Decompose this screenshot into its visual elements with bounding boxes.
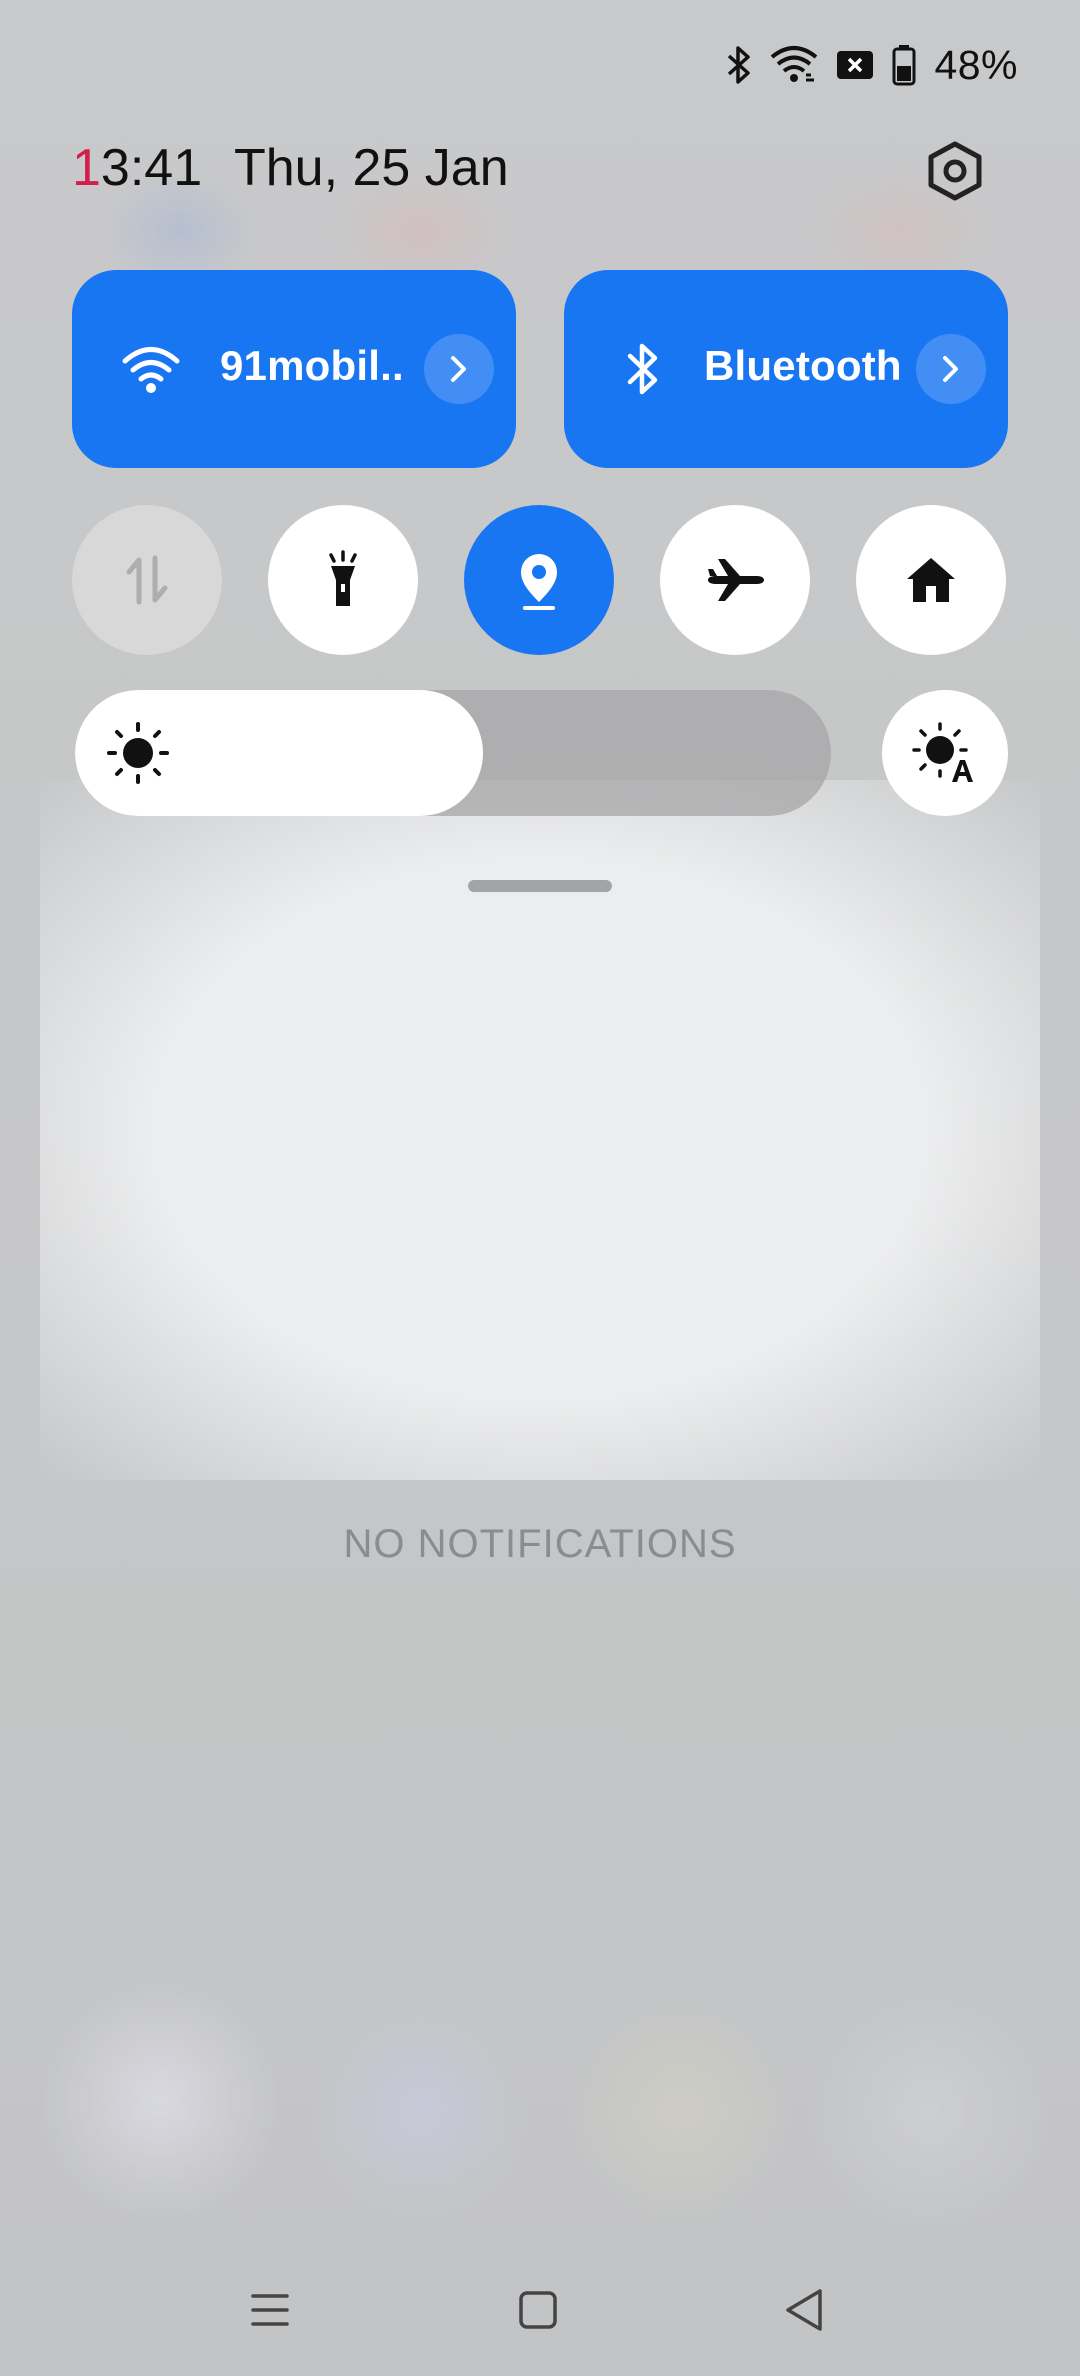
brightness-sun-icon [107,722,169,784]
bluetooth-label: Bluetooth [704,342,902,389]
wifi-details-button[interactable] [424,334,494,404]
wifi-tile[interactable]: 91mobil.. [72,270,516,468]
panel-drag-handle[interactable] [468,880,612,892]
clock-rest: 3:41 [100,139,203,197]
status-bar: 48% [726,40,1018,90]
home-nav-button[interactable] [498,2280,578,2340]
home-square-icon [519,2291,557,2329]
airplane-icon [708,559,764,601]
wifi-network-name: 91mobil.. [220,342,404,389]
airplane-mode-toggle[interactable] [660,505,810,655]
clock-first-digit: 1 [72,139,101,197]
clock[interactable]: 13:41 [72,138,202,198]
battery-percent: 48% [934,41,1018,88]
auto-brightness-icon [912,722,973,782]
bluetooth-details-button[interactable] [916,334,986,404]
battery-icon [892,44,916,86]
bluetooth-icon [608,334,678,404]
no-notifications-text: NO NOTIFICATIONS [343,1522,737,1566]
location-pin-icon [521,554,557,610]
recents-button[interactable] [230,2280,310,2340]
no-sim-icon [836,50,874,80]
chevron-right-icon [451,356,466,382]
settings-button[interactable] [922,138,988,204]
flashlight-icon [329,550,357,606]
auto-brightness-button[interactable] [882,690,1008,816]
recents-menu-icon [251,2294,289,2326]
data-transfer-icon [126,555,168,605]
date-text[interactable]: Thu, 25 Jan [234,138,509,198]
brightness-slider[interactable] [75,690,831,816]
gear-icon [928,141,982,201]
back-button[interactable] [764,2280,844,2340]
bluetooth-tile[interactable]: Bluetooth [564,270,1008,468]
location-toggle[interactable] [464,505,614,655]
home-toggle[interactable] [856,505,1006,655]
home-icon [907,558,955,602]
mobile-data-toggle[interactable] [72,505,222,655]
chevron-right-icon [943,356,958,382]
back-triangle-icon [786,2289,822,2331]
wifi-icon [770,45,818,85]
flashlight-toggle[interactable] [268,505,418,655]
bluetooth-icon [726,45,752,85]
wifi-icon [116,334,186,404]
